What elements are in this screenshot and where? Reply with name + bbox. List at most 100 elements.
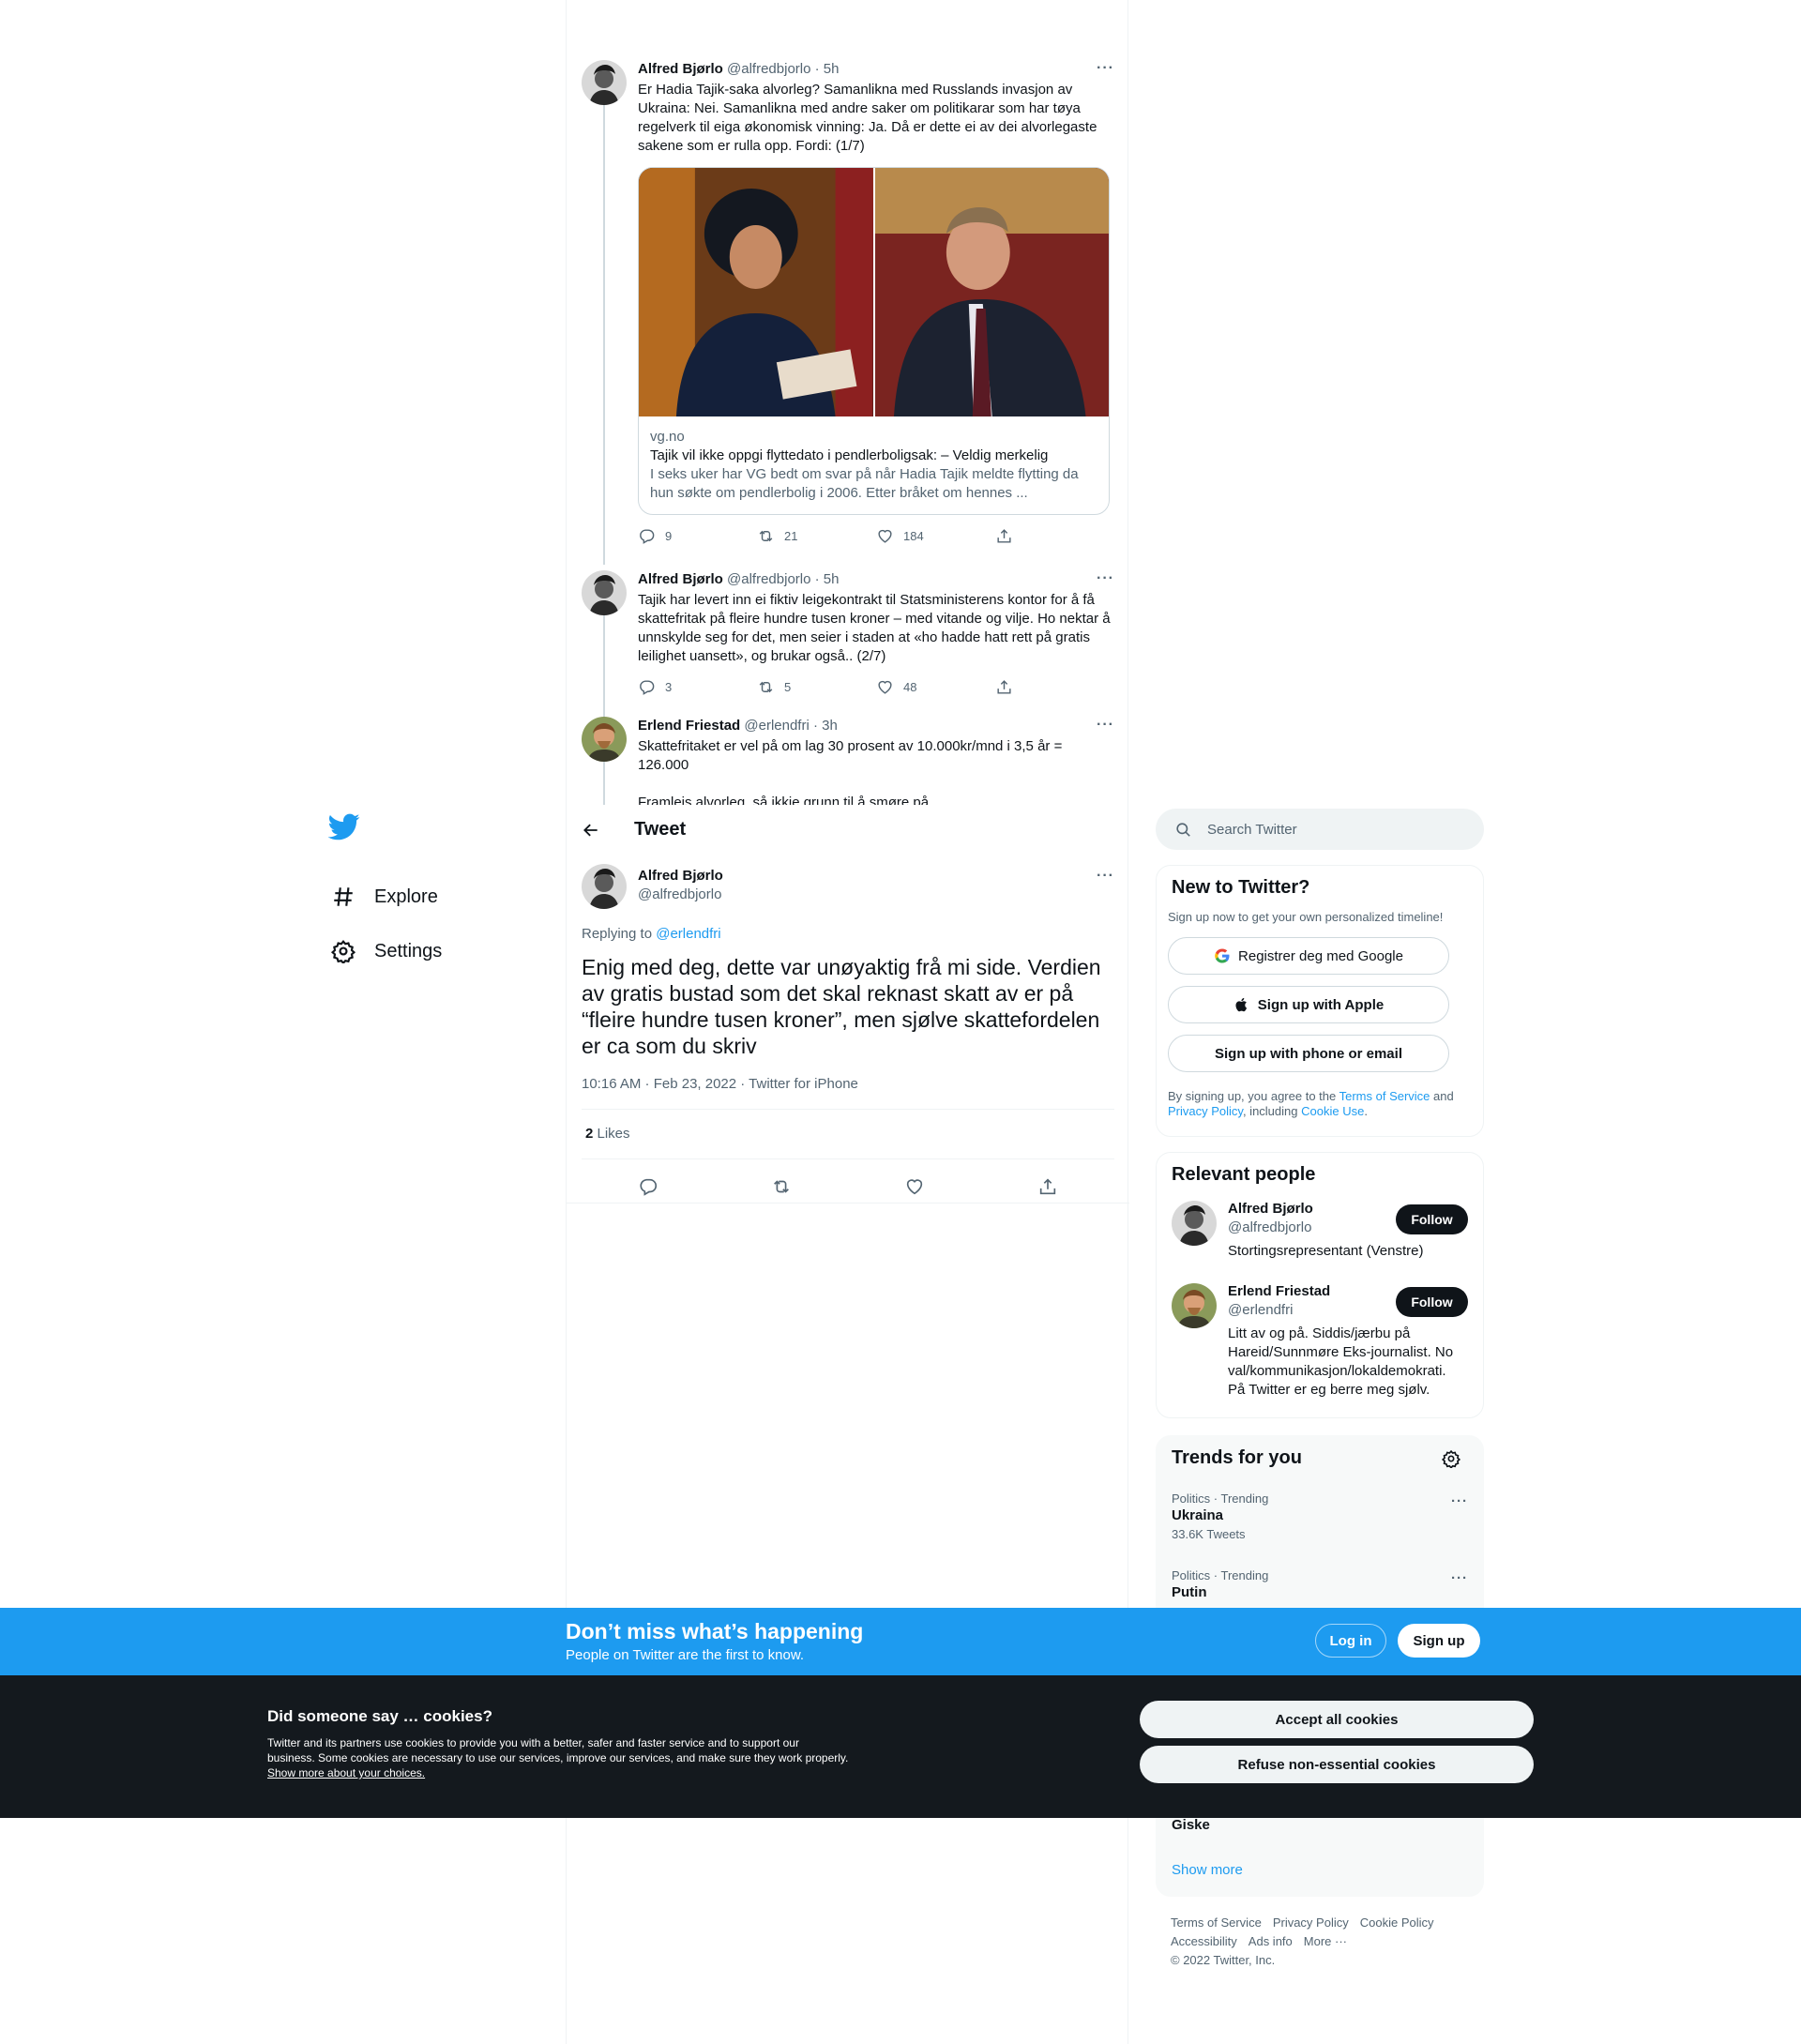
trend-context: Politics · Trending	[1172, 1491, 1269, 1506]
reply-icon[interactable]	[638, 1176, 658, 1197]
link-card[interactable]: vg.no Tajik vil ikke oppgi flyttedato i …	[638, 167, 1110, 515]
person-bio: Stortingsrepresentant (Venstre)	[1228, 1243, 1424, 1259]
trend-item[interactable]: Politics · Trending Ukraina 33.6K Tweets…	[1157, 1480, 1483, 1557]
author-name[interactable]: Alfred Bjørlo	[638, 571, 723, 587]
more-icon[interactable]: ···	[1451, 1570, 1468, 1586]
footer-accessibility-link[interactable]: Accessibility	[1171, 1934, 1237, 1948]
tweet-actions: 3 5 48	[638, 677, 1114, 696]
cookie-description: Twitter and its partners use cookies to …	[267, 1735, 849, 1780]
avatar[interactable]	[582, 60, 627, 105]
likes-stat[interactable]: 2 Likes	[585, 1126, 630, 1142]
avatar[interactable]	[582, 570, 627, 615]
share-icon[interactable]	[1037, 1176, 1058, 1197]
legal-text: .	[1364, 1104, 1368, 1118]
trend-name: Ukraina	[1172, 1507, 1224, 1523]
cookie-choices-link[interactable]: Show more about your choices.	[267, 1766, 425, 1779]
signup-button[interactable]: Sign up	[1398, 1624, 1480, 1658]
more-icon[interactable]: ···	[1097, 570, 1114, 587]
thread-tweet-1[interactable]: Alfred Bjørlo @alfredbjorlo · 5h ··· Er …	[582, 60, 1114, 548]
person-handle[interactable]: @alfredbjorlo	[1228, 1219, 1311, 1235]
back-arrow-icon[interactable]	[582, 821, 600, 840]
like-button[interactable]: 184	[876, 527, 995, 545]
author-handle[interactable]: @erlendfri	[744, 718, 809, 734]
likes-label: Likes	[593, 1126, 630, 1142]
person-name[interactable]: Erlend Friestad	[1228, 1283, 1330, 1299]
tweet-header: Alfred Bjørlo @alfredbjorlo · 5h	[638, 60, 1114, 79]
accept-cookies-button[interactable]: Accept all cookies	[1140, 1701, 1534, 1738]
person-handle[interactable]: @erlendfri	[1228, 1302, 1293, 1318]
heart-icon[interactable]	[904, 1176, 925, 1197]
retweet-icon[interactable]	[771, 1176, 792, 1197]
google-signup-button[interactable]: Registrer deg med Google	[1168, 937, 1449, 975]
author-handle[interactable]: @alfredbjorlo	[727, 61, 810, 77]
share-button[interactable]	[995, 527, 1114, 545]
tweet-time[interactable]: · 5h	[815, 61, 840, 77]
avatar[interactable]	[1172, 1201, 1217, 1246]
thread-tweet-3[interactable]: Erlend Friestad @erlendfri · 3h ··· Skat…	[582, 717, 1114, 805]
refuse-cookies-button[interactable]: Refuse non-essential cookies	[1140, 1746, 1534, 1783]
tweet-text: Enig med deg, dette var unøyaktig frå mi…	[582, 955, 1101, 1058]
heart-icon	[878, 680, 892, 694]
more-icon[interactable]: ···	[1097, 868, 1114, 885]
person-name[interactable]: Alfred Bjørlo	[1228, 1201, 1313, 1217]
card-domain: vg.no	[650, 429, 685, 445]
tweet-time[interactable]: · 5h	[815, 571, 840, 587]
person-item[interactable]: Alfred Bjørlo @alfredbjorlo Stortingsrep…	[1157, 1201, 1483, 1283]
footer-privacy-link[interactable]: Privacy Policy	[1273, 1915, 1349, 1930]
tweet-action-bar	[582, 1168, 1114, 1205]
search-input[interactable]: Search Twitter	[1156, 809, 1484, 850]
nav-explore[interactable]: Explore	[328, 870, 563, 924]
show-more-link[interactable]: Show more	[1172, 1862, 1243, 1878]
person-item[interactable]: Erlend Friestad @erlendfri Litt av og på…	[1157, 1283, 1483, 1405]
author-handle[interactable]: @alfredbjorlo	[638, 886, 721, 902]
cookie-use-link[interactable]: Cookie Use	[1301, 1104, 1364, 1118]
tweet-text: Skattefritaket er vel på om lag 30 prose…	[638, 738, 1063, 773]
reply-icon	[640, 528, 655, 544]
author-handle[interactable]: @alfredbjorlo	[727, 571, 810, 587]
google-icon	[1215, 948, 1230, 963]
login-button[interactable]: Log in	[1315, 1624, 1386, 1658]
retweet-icon	[759, 530, 773, 541]
person-bio: Litt av og på. Siddis/jærbu på Hareid/Su…	[1228, 1325, 1454, 1398]
replying-to-link[interactable]: @erlendfri	[656, 926, 720, 942]
author-name[interactable]: Alfred Bjørlo	[638, 868, 723, 884]
retweet-button[interactable]: 21	[757, 527, 876, 545]
card-image-woman	[639, 168, 873, 416]
avatar[interactable]	[1172, 1283, 1217, 1328]
gear-icon[interactable]	[1442, 1449, 1460, 1468]
follow-button[interactable]: Follow	[1396, 1287, 1468, 1317]
more-icon[interactable]: ···	[1451, 1493, 1468, 1509]
reply-button[interactable]: 3	[638, 678, 757, 696]
more-icon[interactable]: ···	[1097, 60, 1114, 77]
author-name[interactable]: Alfred Bjørlo	[638, 61, 723, 77]
avatar[interactable]	[582, 717, 627, 762]
reply-icon	[640, 679, 655, 695]
more-icon[interactable]: ···	[1097, 717, 1114, 734]
retweet-button[interactable]: 5	[757, 678, 876, 696]
signup-legal-text: By signing up, you agree to the Terms of…	[1157, 1089, 1483, 1119]
avatar[interactable]	[582, 864, 627, 909]
tweet-timestamp[interactable]: 10:16 AM · Feb 23, 2022 · Twitter for iP…	[582, 1076, 858, 1092]
phone-email-signup-button[interactable]: Sign up with phone or email	[1168, 1035, 1449, 1072]
footer-cookie-link[interactable]: Cookie Policy	[1360, 1915, 1434, 1930]
reply-button[interactable]: 9	[638, 527, 757, 545]
footer-more-link[interactable]: More ···	[1304, 1934, 1347, 1948]
terms-link[interactable]: Terms of Service	[1339, 1089, 1430, 1103]
twitter-logo-icon[interactable]	[327, 810, 360, 842]
nav-settings[interactable]: Settings	[328, 924, 563, 978]
trend-name[interactable]: Giske	[1172, 1817, 1210, 1833]
tweet-time[interactable]: · 3h	[813, 718, 838, 734]
privacy-link[interactable]: Privacy Policy	[1168, 1104, 1243, 1118]
new-to-twitter-panel: New to Twitter? Sign up now to get your …	[1156, 865, 1484, 1137]
like-count: 184	[903, 528, 924, 543]
follow-button[interactable]: Follow	[1396, 1204, 1468, 1234]
author-name[interactable]: Erlend Friestad	[638, 718, 740, 734]
retweet-count: 21	[784, 528, 798, 543]
like-button[interactable]: 48	[876, 678, 995, 696]
share-button[interactable]	[995, 678, 1114, 696]
apple-signup-button[interactable]: Sign up with Apple	[1168, 986, 1449, 1023]
sidebar-footer: Terms of Service Privacy Policy Cookie Pol…	[1171, 1914, 1471, 1970]
footer-ads-link[interactable]: Ads info	[1249, 1934, 1293, 1948]
footer-terms-link[interactable]: Terms of Service	[1171, 1915, 1262, 1930]
thread-tweet-2[interactable]: Alfred Bjørlo @alfredbjorlo · 5h ··· Taj…	[582, 570, 1114, 702]
